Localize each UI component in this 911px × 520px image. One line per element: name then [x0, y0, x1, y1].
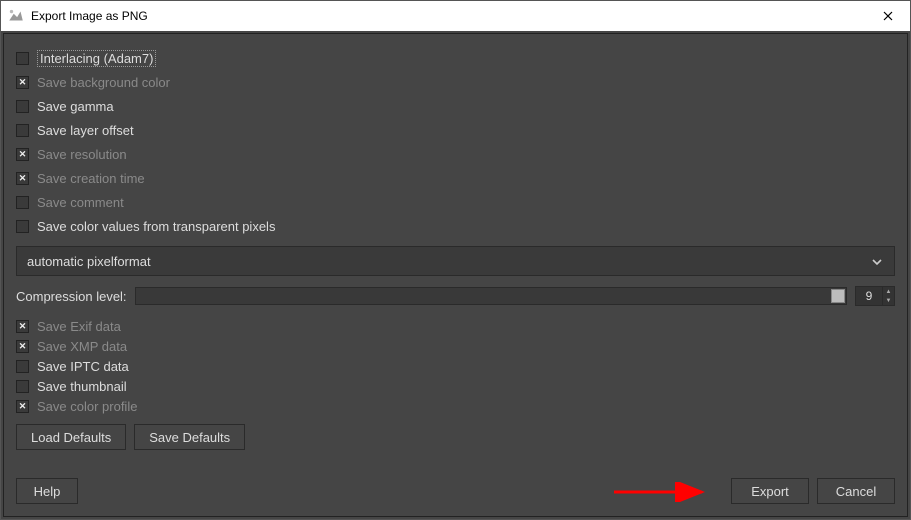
dialog-body: Interlacing (Adam7) Save background colo…	[3, 33, 908, 517]
opt-save-creation-time[interactable]: Save creation time	[16, 166, 895, 190]
checkbox[interactable]	[16, 76, 29, 89]
opt-thumbnail[interactable]: Save thumbnail	[16, 376, 895, 396]
opt-save-resolution[interactable]: Save resolution	[16, 142, 895, 166]
help-button[interactable]: Help	[16, 478, 78, 504]
checkbox[interactable]	[16, 220, 29, 233]
checkbox[interactable]	[16, 340, 29, 353]
export-button[interactable]: Export	[731, 478, 809, 504]
titlebar: Export Image as PNG	[1, 1, 910, 31]
checkbox-label: Interlacing (Adam7)	[37, 50, 156, 67]
checkbox[interactable]	[16, 172, 29, 185]
opt-save-comment[interactable]: Save comment	[16, 190, 895, 214]
opt-save-transparent-color[interactable]: Save color values from transparent pixel…	[16, 214, 895, 238]
pixelformat-select[interactable]: automatic pixelformat	[16, 246, 895, 276]
checkbox-label: Save gamma	[37, 99, 114, 114]
opt-iptc[interactable]: Save IPTC data	[16, 356, 895, 376]
compression-spinner[interactable]: 9 ▲ ▼	[855, 286, 895, 306]
checkbox-label: Save IPTC data	[37, 359, 129, 374]
checkbox-label: Save creation time	[37, 171, 145, 186]
checkbox-label: Save XMP data	[37, 339, 127, 354]
checkbox[interactable]	[16, 124, 29, 137]
compression-label: Compression level:	[16, 289, 127, 304]
compression-slider[interactable]	[135, 287, 847, 305]
spinner-down-icon[interactable]: ▼	[883, 296, 894, 305]
window-title: Export Image as PNG	[31, 9, 865, 23]
load-defaults-button[interactable]: Load Defaults	[16, 424, 126, 450]
checkbox[interactable]	[16, 196, 29, 209]
checkbox-label: Save comment	[37, 195, 124, 210]
opt-xmp[interactable]: Save XMP data	[16, 336, 895, 356]
opt-save-layer-offset[interactable]: Save layer offset	[16, 118, 895, 142]
checkbox-label: Save Exif data	[37, 319, 121, 334]
metadata-group: Save Exif data Save XMP data Save IPTC d…	[16, 316, 895, 416]
checkbox[interactable]	[16, 52, 29, 65]
opt-exif[interactable]: Save Exif data	[16, 316, 895, 336]
checkbox-label: Save resolution	[37, 147, 127, 162]
slider-thumb[interactable]	[831, 289, 845, 303]
opt-save-bg[interactable]: Save background color	[16, 70, 895, 94]
spinner-up-icon[interactable]: ▲	[883, 287, 894, 296]
checkbox[interactable]	[16, 380, 29, 393]
spinner-arrows[interactable]: ▲ ▼	[882, 287, 894, 305]
checkbox[interactable]	[16, 148, 29, 161]
opt-save-gamma[interactable]: Save gamma	[16, 94, 895, 118]
checkbox-label: Save background color	[37, 75, 170, 90]
app-icon	[7, 7, 25, 25]
checkbox-label: Save color values from transparent pixel…	[37, 219, 275, 234]
cancel-button[interactable]: Cancel	[817, 478, 895, 504]
checkbox-label: Save color profile	[37, 399, 137, 414]
checkbox[interactable]	[16, 400, 29, 413]
checkbox[interactable]	[16, 360, 29, 373]
compression-row: Compression level: 9 ▲ ▼	[16, 286, 895, 306]
checkbox-label: Save thumbnail	[37, 379, 127, 394]
checkbox[interactable]	[16, 100, 29, 113]
chevron-down-icon	[870, 255, 884, 272]
save-defaults-button[interactable]: Save Defaults	[134, 424, 245, 450]
dialog-footer: Help Export Cancel	[16, 478, 895, 504]
pixelformat-value: automatic pixelformat	[27, 254, 151, 269]
checkbox[interactable]	[16, 320, 29, 333]
close-button[interactable]	[865, 1, 910, 31]
opt-color-profile[interactable]: Save color profile	[16, 396, 895, 416]
export-png-dialog: Export Image as PNG Interlacing (Adam7) …	[0, 0, 911, 520]
checkbox-label: Save layer offset	[37, 123, 134, 138]
opt-interlacing[interactable]: Interlacing (Adam7)	[16, 46, 895, 70]
compression-value: 9	[856, 289, 882, 303]
